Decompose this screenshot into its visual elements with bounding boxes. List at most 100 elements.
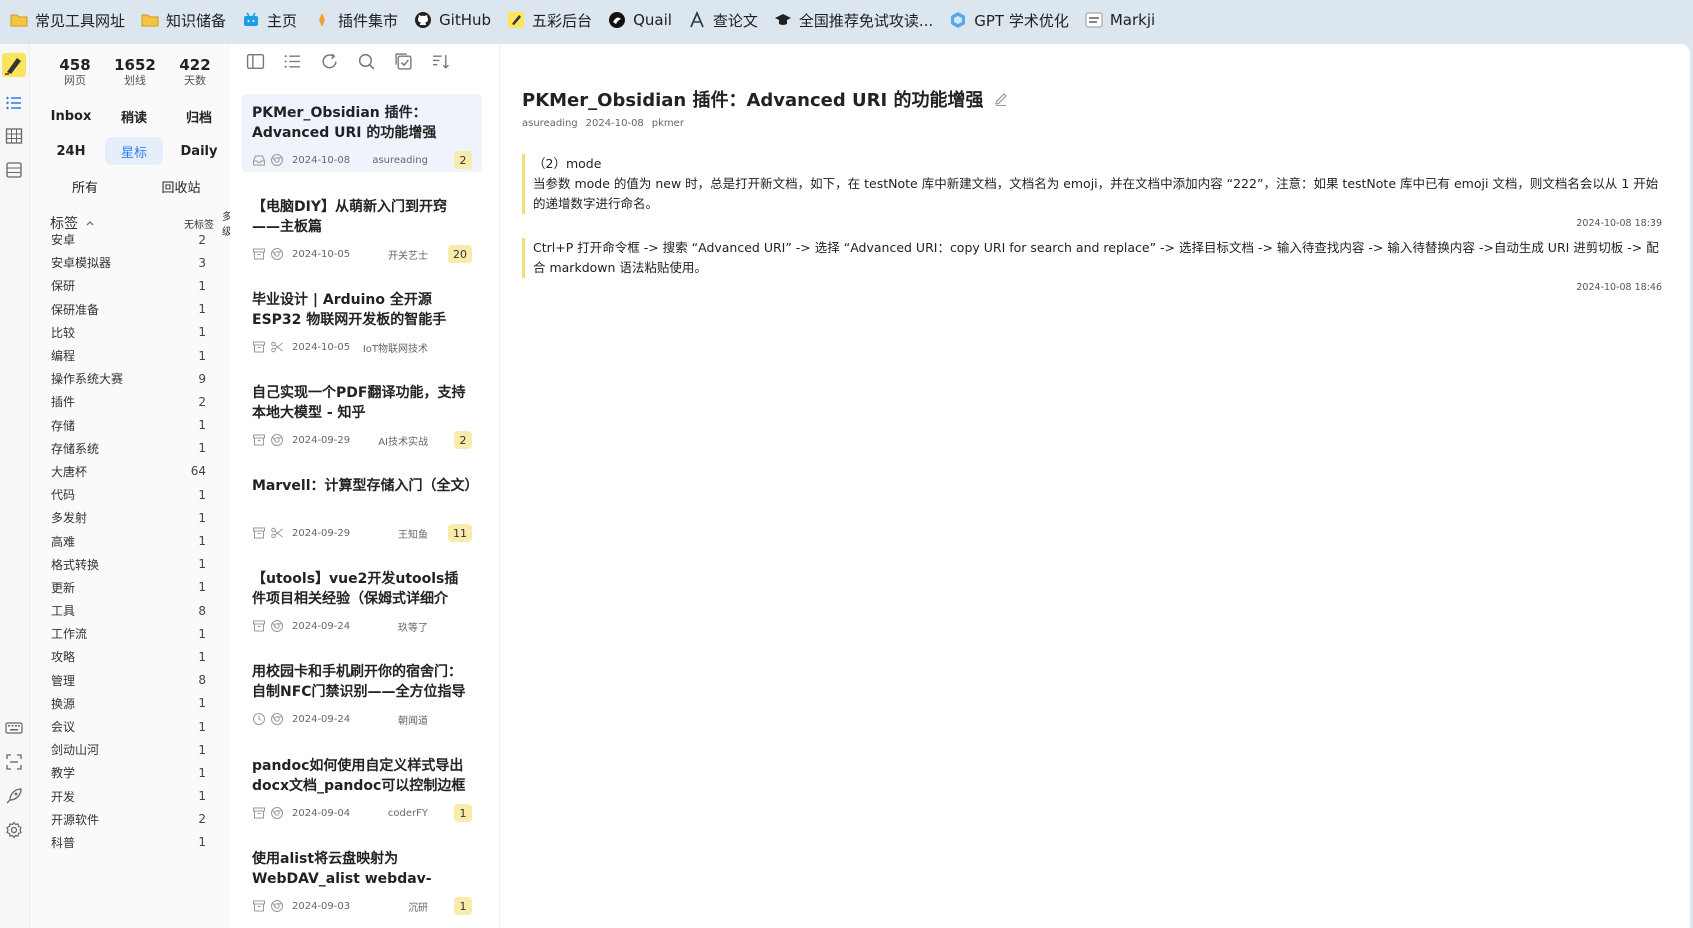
bookmark-github[interactable]: GitHub [406,6,499,34]
bookmark-markji[interactable]: Markji [1077,6,1163,34]
tag-item[interactable]: 科普 1 [30,831,230,854]
folder-icon [10,11,28,29]
article-author: asureading [522,118,578,129]
tag-count: 2 [198,812,206,827]
article-card[interactable]: 【utools】vue2开发utools插件项目相关经验（保姆式详细介绍） ut… [242,560,482,638]
tag-count: 1 [198,534,206,549]
tag-item[interactable]: 保研准备 1 [30,298,230,321]
tag-item[interactable]: 开源软件 2 [30,808,230,831]
tag-item[interactable]: 高难 1 [30,529,230,552]
sort-icon[interactable] [429,50,451,72]
bookmark-主页[interactable]: 主页 [234,6,305,34]
tag-item[interactable]: 安卓 2 [30,228,230,251]
notes-view-icon[interactable] [3,159,25,181]
tag-item[interactable]: 剑动山河 1 [30,738,230,761]
bookmark-查论文[interactable]: 查论文 [680,6,766,34]
search-icon[interactable] [355,50,377,72]
article-card[interactable]: 使用alist将云盘映射为WebDAV_alist webdav-CSDN博客2… [242,840,482,918]
bookmark-quail[interactable]: Quail [600,6,680,34]
edit-pencil-icon[interactable] [993,91,1009,107]
article-card-title: Marvell：计算型存储入门（全文） [252,478,472,494]
tag-item[interactable]: 工具 8 [30,599,230,622]
tag-name: 安卓模拟器 [51,256,112,271]
tag-item[interactable]: 攻略 1 [30,645,230,668]
filter-24h[interactable]: 24H [42,137,100,165]
bookmark-五彩后台[interactable]: 五彩后台 [499,6,600,34]
filter-daily[interactable]: Daily [170,137,228,165]
article-site[interactable]: pkmer [652,118,684,129]
tag-name: 保研 [51,279,76,294]
filter-all[interactable]: 所有 [56,172,114,200]
tag-name: 安卓 [51,233,76,248]
tag-count: 8 [198,603,206,618]
tag-item[interactable]: 存储 1 [30,414,230,437]
article-card-title: 使用alist将云盘映射为WebDAV_alist webdav-CSDN博客 [252,851,432,887]
article-card-title: 自己实现一个PDF翻译功能，支持本地大模型 - 知乎 [252,385,466,421]
bookmarks-bar: 常见工具网址 知识储备 主页 插件集市 GitHub 五彩后台 Quail 查论… [0,0,1693,40]
tag-name: 格式转换 [51,557,100,572]
list-toolbar [244,50,451,74]
article-card-source: asureading [372,154,428,166]
filter-trash[interactable]: 回收站 [152,172,210,200]
bookmark-gpt学术优化[interactable]: GPT 学术优化 [941,6,1077,34]
tag-count: 1 [198,557,206,572]
tag-name: 攻略 [51,650,76,665]
filter-later[interactable]: 稍读 [105,102,163,130]
tag-item[interactable]: 安卓模拟器 3 [30,251,230,274]
tag-item[interactable]: 换源 1 [30,692,230,715]
article-list: PKMer_Obsidian 插件：Advanced URI 的功能增强 2024… [230,44,500,928]
bookmark-知识储备[interactable]: 知识储备 [133,6,234,34]
keyboard-icon[interactable] [3,717,25,739]
refresh-icon[interactable] [318,50,340,72]
stat-highlights-label: 划线 [124,74,146,87]
tag-item[interactable]: 保研 1 [30,274,230,297]
highlight-timestamp: 2024-10-08 18:46 [1576,282,1662,293]
sidebar-toggle-icon[interactable] [244,50,266,72]
tag-item[interactable]: 格式转换 1 [30,553,230,576]
app-logo-icon[interactable] [1,52,27,78]
article-card[interactable]: PKMer_Obsidian 插件：Advanced URI 的功能增强 2024… [242,94,482,172]
multi-select-icon[interactable] [392,50,414,72]
bookmark-全国推荐免试[interactable]: 全国推荐免试攻读... [766,6,941,34]
filter-inbox[interactable]: Inbox [42,102,100,130]
scan-icon[interactable] [3,751,25,773]
tag-item[interactable]: 比较 1 [30,321,230,344]
tag-item[interactable]: 工作流 1 [30,622,230,645]
filter-starred[interactable]: 星标 [105,137,163,165]
tag-name: 编程 [51,349,76,364]
tag-item[interactable]: 开发 1 [30,785,230,808]
filter-archive[interactable]: 归档 [170,102,228,130]
tag-item[interactable]: 编程 1 [30,344,230,367]
highlight-text: Ctrl+P 打开命令框 -> 搜索 “Advanced URI” -> 选择 … [533,240,1659,255]
tag-item[interactable]: 存储系统 1 [30,437,230,460]
article-card[interactable]: pandoc如何使用自定义样式导出docx文档_pandoc可以控制边框样式20… [242,747,482,825]
tag-item[interactable]: 大唐杯 64 [30,460,230,483]
rocket-icon[interactable] [3,785,25,807]
settings-gear-icon[interactable] [3,819,25,841]
grid-view-icon[interactable] [3,125,25,147]
tag-item[interactable]: 代码 1 [30,483,230,506]
article-card[interactable]: 【电脑DIY】从萌新入门到开窍——主板篇 2024-10-05 开关艺士 20 [242,188,482,266]
stat-days-label: 天数 [184,74,206,87]
list-icon[interactable] [281,50,303,72]
bookmark-常见工具网址[interactable]: 常见工具网址 [2,6,133,34]
list-view-icon[interactable] [3,92,25,114]
article-card[interactable]: Marvell：计算型存储入门（全文） 2024-09-29 王知鱼 11 [242,467,482,545]
tag-item[interactable]: 教学 1 [30,761,230,784]
tag-item[interactable]: 管理 8 [30,669,230,692]
tag-item[interactable]: 操作系统大赛 9 [30,367,230,390]
tag-count: 1 [198,348,206,363]
bookmark-插件集市[interactable]: 插件集市 [305,6,406,34]
highlight-count-badge: 1 [454,897,472,915]
article-card[interactable]: 毕业设计 | Arduino 全开源 ESP32 物联网开发板的智能手表，支持温… [242,281,482,359]
bookmark-label: 插件集市 [338,11,399,30]
highlight-note[interactable]: Ctrl+P 打开命令框 -> 搜索 “Advanced URI” -> 选择 … [522,238,1662,293]
article-card[interactable]: 自己实现一个PDF翻译功能，支持本地大模型 - 知乎 2024-09-29 AI技术… [242,374,482,452]
tag-item[interactable]: 会议 1 [30,715,230,738]
tag-item[interactable]: 更新 1 [30,576,230,599]
article-card[interactable]: 用校园卡和手机刷开你的宿舍门：自制NFC门禁识别——全方位指导教程 2024-09… [242,653,482,731]
highlight-note[interactable]: （2）mode 当参数 mode 的值为 new 时，总是打开新文档，如下，在 t… [522,154,1662,229]
tag-item[interactable]: 插件 2 [30,390,230,413]
tag-item[interactable]: 多发射 1 [30,506,230,529]
highlight-count-badge: 1 [454,804,472,822]
